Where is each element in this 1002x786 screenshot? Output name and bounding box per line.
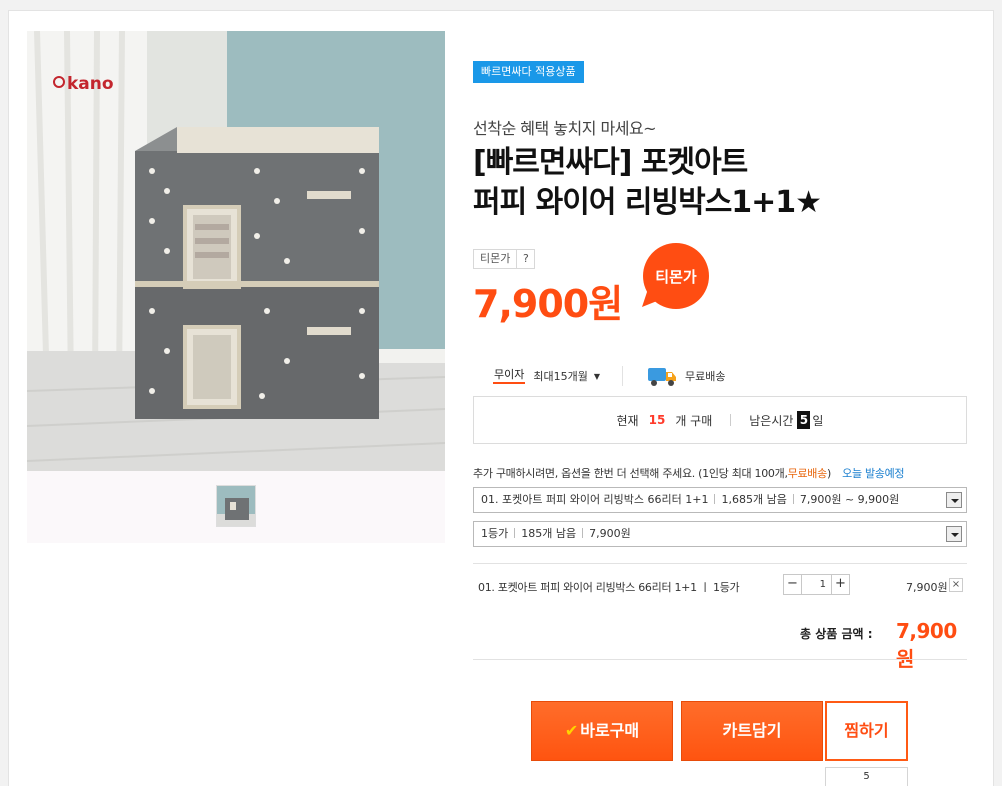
- add-to-cart-button[interactable]: 카트담기: [681, 701, 823, 761]
- select-divider: [582, 528, 584, 538]
- product-gallery: kano: [27, 31, 445, 543]
- quantity-input[interactable]: 1: [802, 574, 831, 595]
- thumbnail-1[interactable]: [216, 485, 256, 527]
- remaining-suffix: 일: [812, 413, 824, 428]
- select-divider: [514, 528, 516, 538]
- dropdown-arrow-icon[interactable]: [946, 526, 962, 542]
- wishlist-count: 5: [825, 767, 908, 786]
- title-line-2: 퍼피 와이어 리빙박스1+1★: [473, 185, 822, 220]
- select1-price-range: 7,900원 ~ 9,900원: [799, 493, 900, 506]
- price-help-button[interactable]: ?: [517, 249, 536, 269]
- price-bubble-text: 티몬가: [655, 268, 697, 286]
- option-select-product[interactable]: 01. 포켓아트 퍼피 와이어 리빙박스 66리터 1+1 1,685개 남음 7,…: [473, 487, 967, 513]
- current-suffix: 개 구매: [675, 413, 713, 428]
- product-title: [빠르면싸다] 포켓아트 퍼피 와이어 리빙박스1+1★: [473, 143, 967, 223]
- selected-item-name: 01. 포켓아트 퍼피 와이어 리빙박스 66리터 1+1 ㅣ 1등가: [478, 581, 740, 594]
- benefits-row: 무이자 최대15개월 ▼ 무료배송: [473, 363, 967, 389]
- buy-now-button[interactable]: ✔ 바로구매: [531, 701, 673, 761]
- status-divider: [730, 414, 732, 426]
- wishlist-button[interactable]: 찜하기: [825, 701, 908, 761]
- buy-now-label: 바로구매: [580, 721, 640, 740]
- select2-grade: 1등가: [481, 527, 509, 540]
- installment-text: 최대15개월: [533, 370, 588, 383]
- total-label: 총 상품 금액 :: [800, 627, 873, 641]
- select1-stock: 1,685개 남음: [721, 493, 787, 506]
- select2-stock: 185개 남음: [521, 527, 577, 540]
- title-line-1: [빠르면싸다] 포켓아트: [473, 145, 748, 180]
- select1-name: 01. 포켓아트 퍼피 와이어 리빙박스 66리터 1+1: [481, 493, 709, 506]
- free-shipping-info: 무료배송: [647, 365, 726, 387]
- dropdown-arrow-icon[interactable]: [946, 492, 962, 508]
- product-subtitle: 선착순 혜택 놓치지 마세요~: [473, 119, 657, 138]
- price-label-text: 티몬가: [473, 249, 518, 269]
- quantity-increase-button[interactable]: +: [831, 574, 850, 595]
- remaining-label: 남은시간: [749, 413, 794, 428]
- caret-down-icon[interactable]: ▼: [594, 372, 600, 381]
- product-info: 빠르면싸다 적용상품 선착순 혜택 놓치지 마세요~ [빠르면싸다] 포켓아트 …: [473, 11, 967, 786]
- remaining-days: 5: [797, 411, 811, 429]
- select-divider: [714, 494, 716, 504]
- notice-free-shipping: 무료배송: [787, 467, 828, 480]
- selected-item-price: 7,900원: [906, 581, 948, 594]
- interest-free-tag: 무이자: [493, 368, 526, 384]
- ship-today-label: 오늘 발송예정: [842, 467, 905, 480]
- total-amount: 7,900원: [896, 619, 957, 671]
- current-label: 현재: [616, 413, 639, 428]
- free-shipping-text: 무료배송: [685, 370, 726, 383]
- price-label: 티몬가 ?: [473, 249, 536, 269]
- select-divider: [792, 494, 794, 504]
- divider: [473, 659, 967, 660]
- quantity-stepper: − 1 +: [783, 574, 850, 595]
- brand-logo-text: kano: [67, 74, 114, 94]
- installment-info[interactable]: 무이자 최대15개월 ▼: [493, 366, 624, 386]
- check-icon: ✔: [564, 721, 579, 740]
- price-bubble: 티몬가: [640, 243, 712, 315]
- current-count: 15: [648, 413, 666, 427]
- option-select-grade[interactable]: 1등가 185개 남음 7,900원: [473, 521, 967, 547]
- purchase-status-box: 현재 15 개 구매 남은시간 5 일: [473, 396, 967, 444]
- notice-close: ): [826, 467, 831, 480]
- remove-item-button[interactable]: ×: [949, 578, 963, 592]
- promo-badge: 빠르면싸다 적용상품: [473, 61, 584, 83]
- select2-price: 7,900원: [589, 527, 631, 540]
- product-page: kano 빠르면싸다 적용상품 선착순 혜택 놓치지 마세요~ [빠르면싸다] …: [8, 10, 994, 786]
- main-product-image[interactable]: kano: [27, 31, 445, 471]
- notice-text: 추가 구매하시려면, 옵션을 한번 더 선택해 주세요. (1인당 최대 100…: [473, 467, 788, 480]
- divider: [473, 563, 967, 564]
- option-notice: 추가 구매하시려면, 옵션을 한번 더 선택해 주세요. (1인당 최대 100…: [473, 465, 905, 481]
- product-price: 7,900원: [473, 282, 623, 326]
- quantity-decrease-button[interactable]: −: [783, 574, 802, 595]
- truck-icon: [648, 368, 677, 386]
